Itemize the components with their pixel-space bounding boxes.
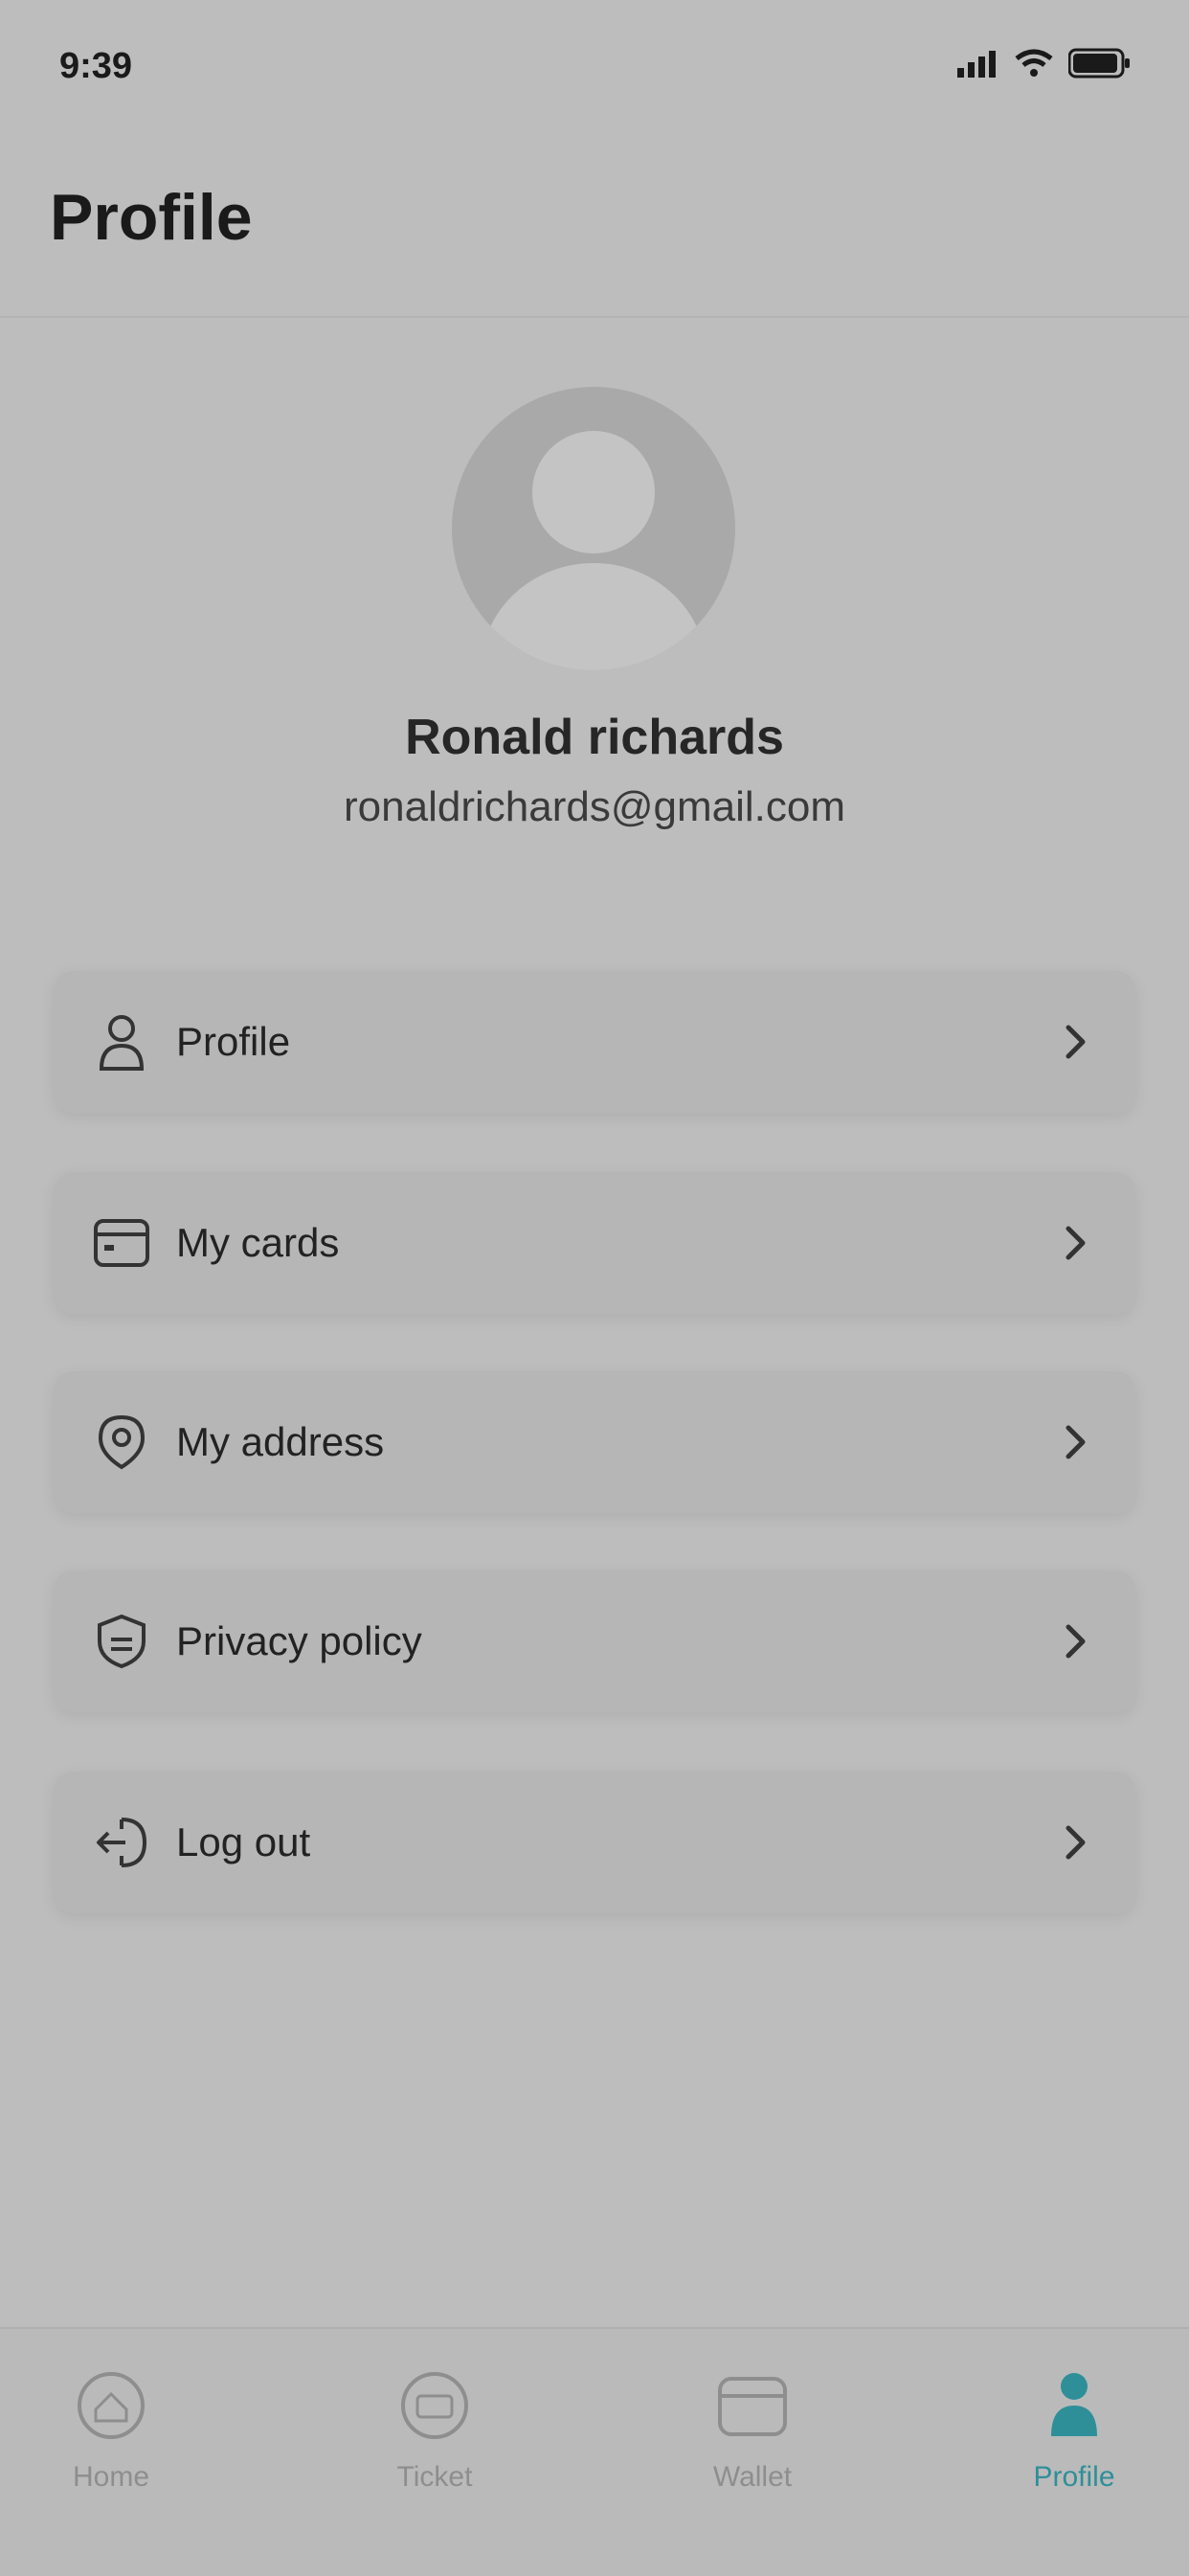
chevron-right-icon — [1057, 1823, 1095, 1862]
tab-label: Profile — [1033, 2461, 1115, 2493]
menu-item-my-address[interactable]: My address — [54, 1371, 1135, 1513]
chevron-right-icon — [1057, 1023, 1095, 1061]
logout-icon — [92, 1813, 151, 1872]
menu-item-label: Privacy policy — [176, 1618, 422, 1663]
chevron-right-icon — [1057, 1622, 1095, 1661]
header-divider — [0, 316, 1189, 318]
wallet-icon — [714, 2367, 791, 2444]
status-icons — [957, 48, 1132, 83]
menu-item-log-out[interactable]: Log out — [54, 1772, 1135, 1913]
status-time: 9:39 — [59, 46, 133, 86]
wifi-icon — [1015, 49, 1053, 82]
status-bar: 9:39 — [0, 0, 1189, 134]
card-icon — [92, 1213, 151, 1273]
menu-item-label: My cards — [176, 1220, 340, 1265]
tab-label: Home — [72, 2461, 150, 2493]
tab-home[interactable]: Home — [15, 2367, 207, 2494]
tab-profile[interactable]: Profile — [978, 2367, 1170, 2494]
menu-item-profile[interactable]: Profile — [54, 971, 1135, 1113]
chevron-right-icon — [1057, 1423, 1095, 1461]
ticket-icon — [396, 2367, 473, 2444]
menu-item-label: My address — [176, 1419, 385, 1464]
battery-icon — [1067, 48, 1132, 83]
menu-item-privacy-policy[interactable]: Privacy policy — [54, 1570, 1135, 1712]
menu-item-label: Profile — [176, 1019, 291, 1064]
chevron-right-icon — [1057, 1224, 1095, 1262]
tab-label: Wallet — [712, 2461, 793, 2493]
tab-bar: Home Ticket Wallet Profile — [0, 2327, 1189, 2576]
profile-icon — [1036, 2367, 1112, 2444]
avatar[interactable] — [450, 385, 737, 672]
user-silhouette-icon — [450, 387, 737, 676]
user-icon — [92, 1012, 151, 1072]
menu-item-my-cards[interactable]: My cards — [54, 1172, 1135, 1314]
user-email: ronaldrichards@gmail.com — [344, 783, 845, 830]
menu-item-label: Log out — [176, 1819, 311, 1864]
shield-icon — [92, 1612, 151, 1671]
tab-wallet[interactable]: Wallet — [657, 2367, 848, 2494]
home-icon — [73, 2367, 149, 2444]
tab-label: Ticket — [396, 2461, 473, 2493]
location-icon — [92, 1412, 151, 1472]
page-title: Profile — [50, 181, 253, 254]
tab-ticket[interactable]: Ticket — [339, 2367, 530, 2494]
signal-icon — [957, 49, 999, 82]
user-name: Ronald richards — [405, 710, 784, 765]
